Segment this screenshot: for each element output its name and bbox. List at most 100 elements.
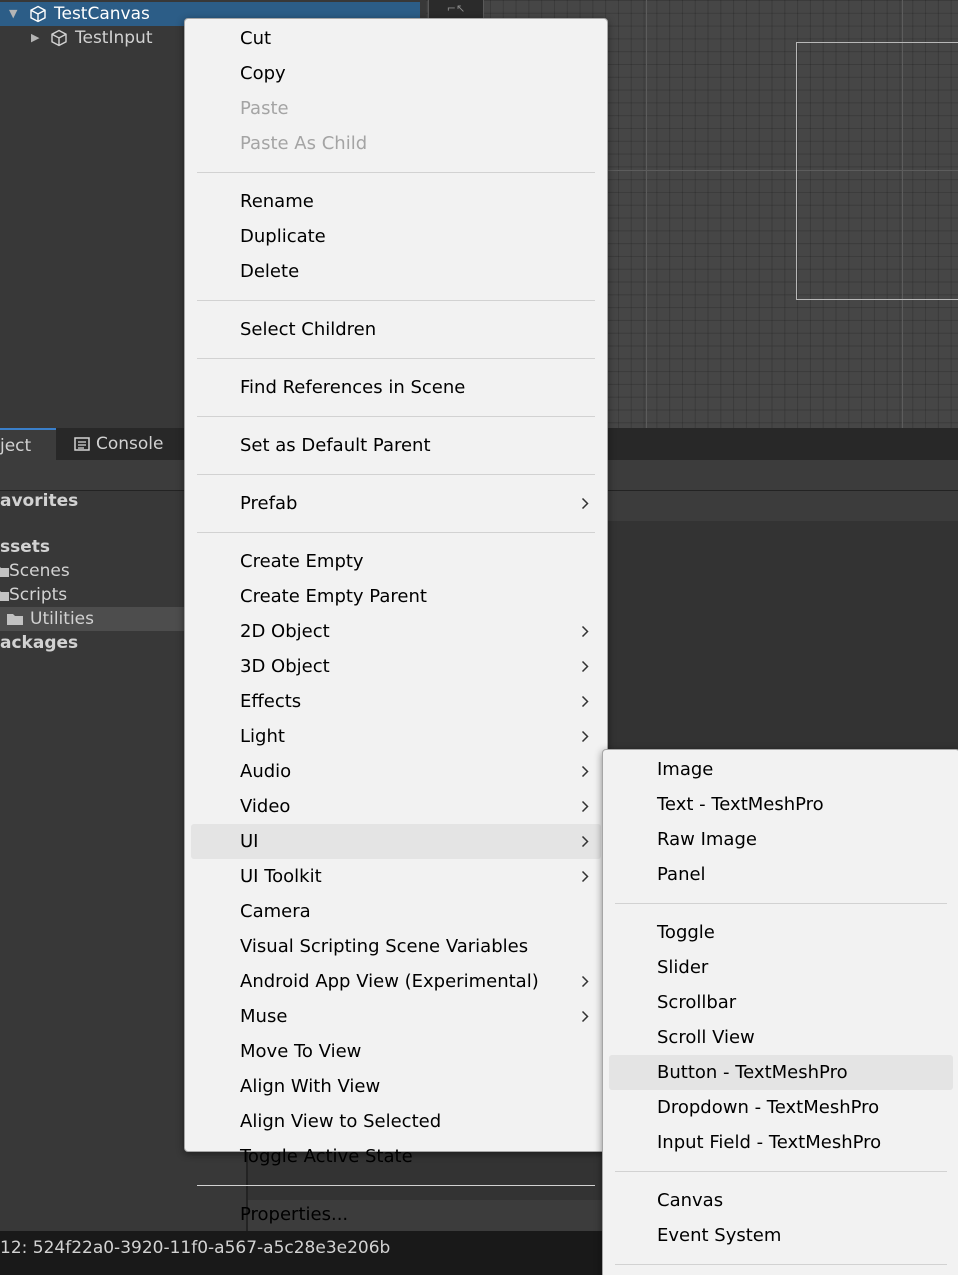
submenu-item-image[interactable]: Image [609,752,953,787]
submenu-item-input-field-textmeshpro[interactable]: Input Field - TextMeshPro [609,1125,953,1160]
menu-item-label: Camera [240,901,311,922]
expanded-arrow-icon[interactable]: ▼ [9,2,17,26]
menu-item-video[interactable]: Video [191,789,601,824]
tree-label: ackages [0,633,79,653]
menu-item-properties[interactable]: Properties... [191,1197,601,1232]
menu-item-paste-as-child[interactable]: Paste As Child [191,126,601,161]
menu-item-find-references-in-scene[interactable]: Find References in Scene [191,370,601,405]
menu-item-muse[interactable]: Muse [191,999,601,1034]
menu-separator [197,474,595,475]
menu-item-ui[interactable]: UI [191,824,601,859]
gameobject-cube-icon [30,5,46,23]
menu-item-duplicate[interactable]: Duplicate [191,219,601,254]
menu-item-android-app-view-experimental[interactable]: Android App View (Experimental) [191,964,601,999]
chevron-right-icon [581,975,589,988]
tree-label: ssets [0,537,51,557]
menu-item-light[interactable]: Light [191,719,601,754]
submenu-item-text-textmeshpro[interactable]: Text - TextMeshPro [609,787,953,822]
tab-label: ject [0,436,32,456]
unity-editor-window: ▼ TestCanvas ▶ TestInput ⌐↖ ject Console… [0,0,958,1275]
console-icon [74,437,90,451]
menu-separator [615,1264,947,1265]
menu-separator [615,1171,947,1172]
chevron-right-icon [581,870,589,883]
menu-item-audio[interactable]: Audio [191,754,601,789]
submenu-item-scrollbar[interactable]: Scrollbar [609,985,953,1020]
menu-item-ui-toolkit[interactable]: UI Toolkit [191,859,601,894]
menu-item-label: Duplicate [240,226,326,247]
chevron-right-icon [581,497,589,510]
submenu-item-panel[interactable]: Panel [609,857,953,892]
menu-item-delete[interactable]: Delete [191,254,601,289]
menu-item-label: Delete [240,261,300,282]
menu-item-cut[interactable]: Cut [191,21,601,56]
menu-item-align-view-to-selected[interactable]: Align View to Selected [191,1104,601,1139]
menu-item-label: Event System [657,1225,782,1246]
submenu-item-toggle[interactable]: Toggle [609,915,953,950]
tab-project[interactable]: ject [0,428,56,460]
hierarchy-context-menu: Cut Copy Paste Paste As Child Rename Duplicat… [184,18,608,1225]
menu-item-create-empty[interactable]: Create Empty [191,544,601,579]
tab-console[interactable]: Console [72,428,186,460]
menu-separator [197,1185,595,1186]
menu-item-label: Copy [240,63,286,84]
submenu-item-scroll-view[interactable]: Scroll View [609,1020,953,1055]
chevron-right-icon [581,660,589,673]
submenu-item-canvas[interactable]: Canvas [609,1183,953,1218]
submenu-item-slider[interactable]: Slider [609,950,953,985]
menu-separator [197,358,595,359]
menu-item-label: Android App View (Experimental) [240,971,539,992]
submenu-item-raw-image[interactable]: Raw Image [609,822,953,857]
submenu-item-dropdown-textmeshpro[interactable]: Dropdown - TextMeshPro [609,1090,953,1125]
menu-item-paste[interactable]: Paste [191,91,601,126]
menu-item-label: Scroll View [657,1027,755,1048]
menu-item-set-as-default-parent[interactable]: Set as Default Parent [191,428,601,463]
menu-item-label: Find References in Scene [240,377,466,398]
menu-item-copy[interactable]: Copy [191,56,601,91]
menu-item-2d-object[interactable]: 2D Object [191,614,601,649]
menu-item-label: UI Toolkit [240,866,322,887]
menu-item-create-empty-parent[interactable]: Create Empty Parent [191,579,601,614]
menu-item-label: Properties... [240,1204,349,1225]
scene-overlay-toolbox[interactable]: ⌐↖ [428,0,484,19]
menu-item-label: Input Field - TextMeshPro [657,1132,882,1153]
submenu-item-event-system[interactable]: Event System [609,1218,953,1253]
menu-item-camera[interactable]: Camera [191,894,601,929]
menu-item-align-with-view[interactable]: Align With View [191,1069,601,1104]
tree-label: Scripts [9,585,68,605]
menu-item-label: UI [240,831,259,852]
menu-item-label: Text - TextMeshPro [657,794,824,815]
menu-item-toggle-active-state[interactable]: Toggle Active State [191,1139,601,1174]
menu-item-label: 3D Object [240,656,330,677]
menu-item-label: Toggle Active State [240,1146,413,1167]
gameobject-cube-icon [51,29,67,47]
tree-label: Utilities [30,609,94,629]
chevron-right-icon [581,800,589,813]
menu-separator [615,903,947,904]
chevron-right-icon [581,695,589,708]
chevron-right-icon [581,1010,589,1023]
menu-item-label: Move To View [240,1041,362,1062]
menu-item-3d-object[interactable]: 3D Object [191,649,601,684]
menu-separator [197,172,595,173]
chevron-right-icon [581,625,589,638]
menu-item-select-children[interactable]: Select Children [191,312,601,347]
submenu-item-button-textmeshpro[interactable]: Button - TextMeshPro [609,1055,953,1090]
menu-item-effects[interactable]: Effects [191,684,601,719]
menu-item-visual-scripting-scene-variables[interactable]: Visual Scripting Scene Variables [191,929,601,964]
menu-item-label: Paste [240,98,289,119]
menu-item-label: Cut [240,28,272,49]
menu-item-rename[interactable]: Rename [191,184,601,219]
menu-item-label: Visual Scripting Scene Variables [240,936,529,957]
menu-item-label: Dropdown - TextMeshPro [657,1097,880,1118]
menu-item-label: Create Empty [240,551,364,572]
menu-item-label: Select Children [240,319,377,340]
menu-item-label: Canvas [657,1190,724,1211]
menu-item-label: Paste As Child [240,133,368,154]
collapsed-arrow-icon[interactable]: ▶ [31,26,39,50]
scene-grid-line [646,0,647,428]
menu-item-prefab[interactable]: Prefab [191,486,601,521]
menu-item-move-to-view[interactable]: Move To View [191,1034,601,1069]
menu-item-label: Light [240,726,285,747]
menu-item-label: Set as Default Parent [240,435,431,456]
